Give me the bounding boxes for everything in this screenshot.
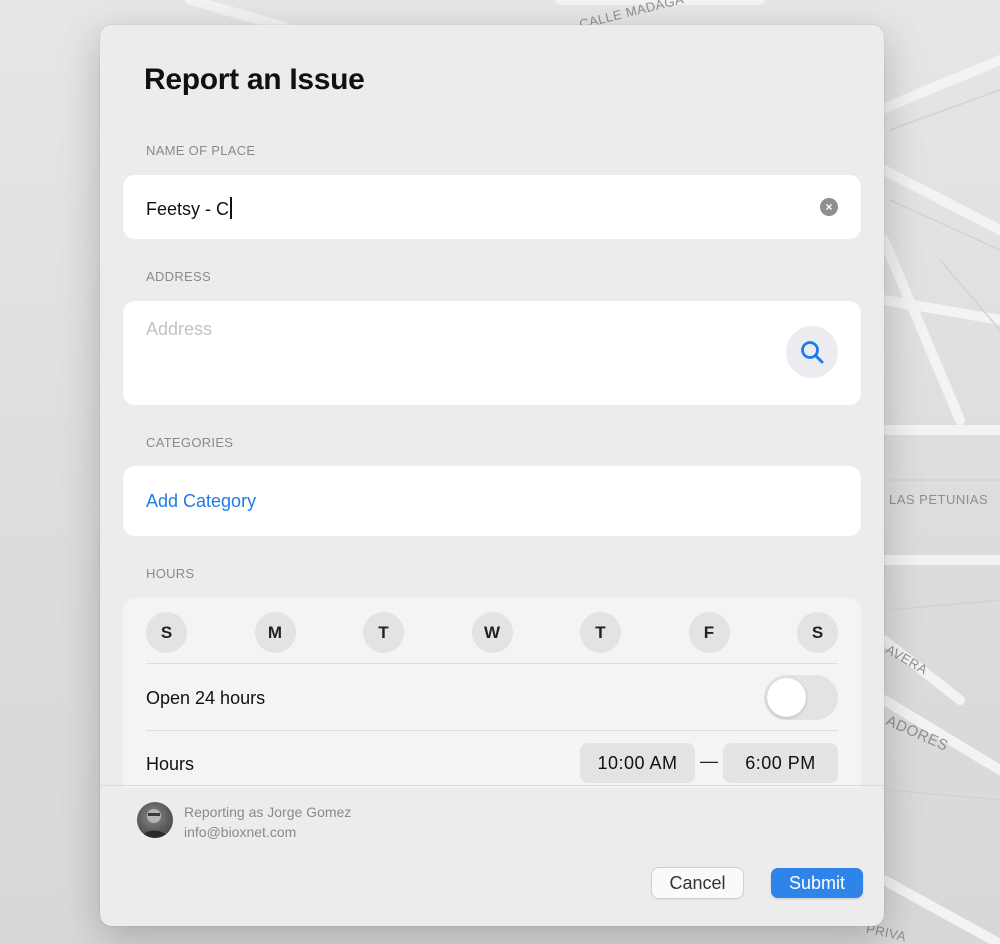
add-category-link[interactable]: Add Category: [146, 491, 256, 512]
address-input[interactable]: [146, 319, 746, 340]
search-icon: [801, 341, 824, 364]
time-separator: —: [700, 751, 718, 771]
footer-divider: [100, 785, 884, 786]
categories-field: Add Category: [123, 466, 861, 536]
avatar: [137, 802, 173, 838]
divider: [146, 663, 838, 664]
day-friday[interactable]: F: [688, 612, 730, 653]
day-sunday[interactable]: S: [146, 612, 187, 653]
address-label: ADDRESS: [146, 269, 211, 284]
submit-button[interactable]: Submit: [771, 868, 863, 898]
day-tuesday[interactable]: T: [363, 612, 404, 653]
day-thursday[interactable]: T: [580, 612, 621, 653]
open-24-hours-label: Open 24 hours: [146, 688, 266, 708]
dialog-title: Report an Issue: [144, 63, 365, 96]
address-search-button[interactable]: [786, 326, 838, 378]
categories-label: CATEGORIES: [146, 435, 234, 450]
text-caret: [230, 197, 233, 219]
day-monday[interactable]: M: [254, 612, 296, 653]
open-time-picker[interactable]: 10:00 AM: [580, 743, 695, 783]
reporter-name: Reporting as Jorge Gomez: [184, 804, 352, 820]
reporter-info: Reporting as Jorge Gomez info@bioxnet.co…: [184, 802, 351, 842]
clear-icon[interactable]: ×: [820, 198, 838, 216]
open-24-hours-toggle[interactable]: [764, 675, 838, 720]
day-selector: S M T W T F S: [146, 612, 838, 653]
name-of-place-field[interactable]: Feetsy - C ×: [123, 175, 861, 239]
name-of-place-value[interactable]: Feetsy - C: [146, 197, 233, 220]
day-wednesday[interactable]: W: [471, 612, 513, 653]
name-of-place-text: Feetsy - C: [146, 199, 230, 219]
street-label: LAS PETUNIAS: [889, 492, 989, 507]
hours-row-label: Hours: [146, 754, 195, 774]
reporter-email: info@bioxnet.com: [184, 824, 297, 840]
day-saturday[interactable]: S: [797, 612, 838, 653]
cancel-button[interactable]: Cancel: [652, 868, 743, 898]
hours-card: S M T W T F S Open 24 hours Hours 10:00 …: [123, 598, 861, 788]
toggle-knob: [767, 678, 806, 717]
name-of-place-label: NAME OF PLACE: [146, 143, 256, 158]
user-photo-icon: [142, 809, 168, 838]
report-issue-dialog: Report an Issue NAME OF PLACE Feetsy - C…: [100, 25, 884, 926]
address-field: [123, 301, 861, 405]
hours-label: HOURS: [146, 566, 195, 581]
divider: [146, 730, 838, 731]
close-time-picker[interactable]: 6:00 PM: [723, 743, 838, 783]
